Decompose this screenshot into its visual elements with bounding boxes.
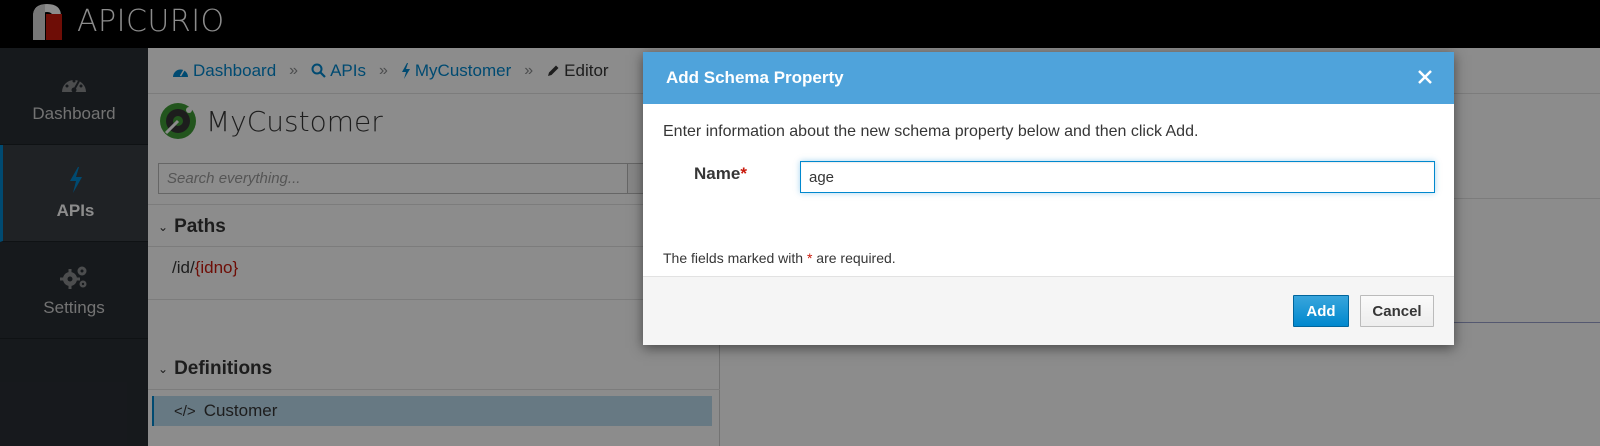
required-fields-note: The fields marked with * are required. xyxy=(663,250,896,266)
name-field-label: Name* xyxy=(694,164,747,184)
required-note-suffix: are required. xyxy=(816,250,896,266)
modal-intro-text: Enter information about the new schema p… xyxy=(663,123,1199,140)
modal-title: Add Schema Property xyxy=(666,68,844,87)
modal-footer: Add Cancel xyxy=(643,276,1454,345)
required-note-prefix: The fields marked with xyxy=(663,250,804,266)
name-label-text: Name xyxy=(694,164,741,183)
add-schema-property-dialog: Add Schema Property Enter information ab… xyxy=(643,52,1454,345)
required-marker: * xyxy=(806,250,813,266)
add-button[interactable]: Add xyxy=(1293,295,1349,327)
cancel-button[interactable]: Cancel xyxy=(1360,295,1434,327)
name-field[interactable] xyxy=(800,161,1435,193)
required-marker: * xyxy=(740,164,747,183)
close-icon[interactable] xyxy=(1414,66,1436,88)
modal-body: Enter information about the new schema p… xyxy=(643,104,1454,279)
modal-header: Add Schema Property xyxy=(643,52,1454,104)
